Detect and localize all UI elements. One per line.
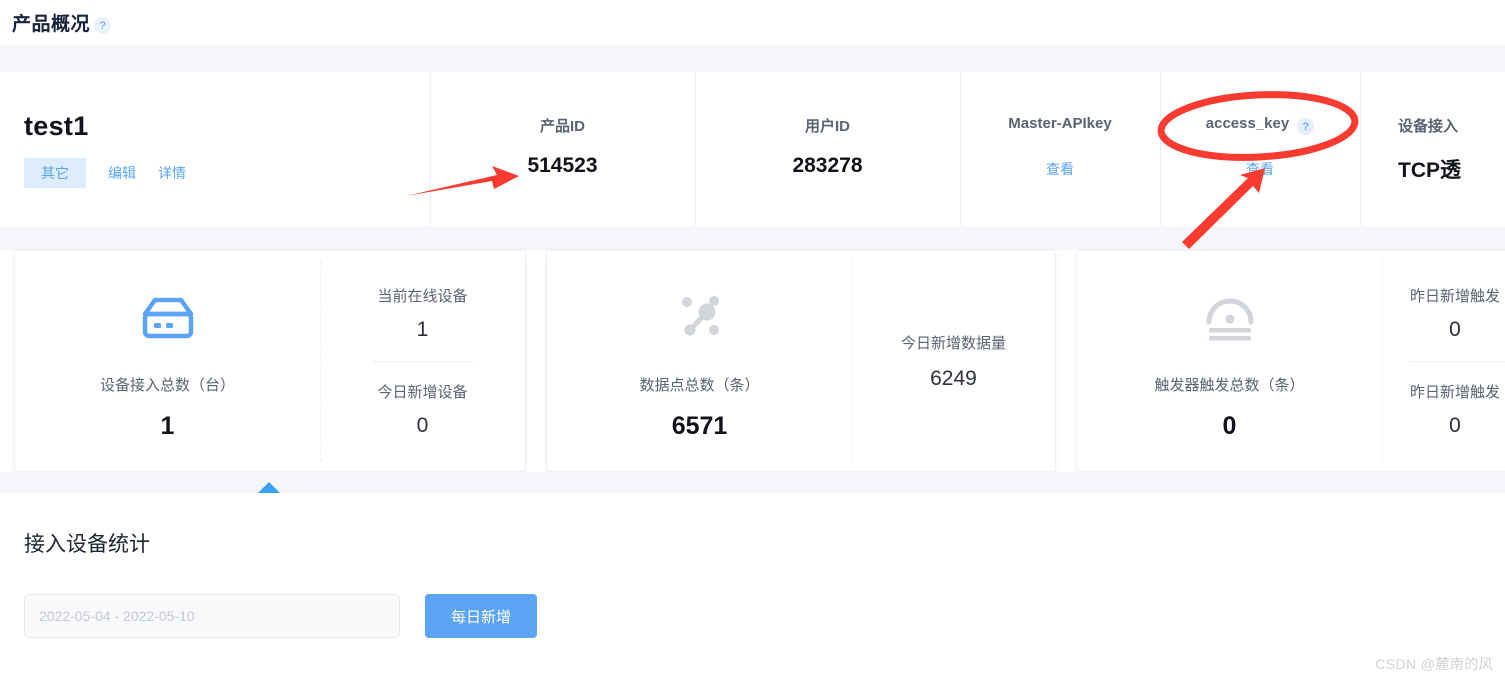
access-key-column: access_key ? 查看: [1160, 72, 1360, 226]
access-key-view-link[interactable]: 查看: [1246, 159, 1274, 179]
stat-card-datapoints-value: 6571: [671, 411, 728, 440]
device-statistics-section: 接入设备统计 每日新增: [0, 494, 1505, 686]
side-stat-new-triggers-yesterday-2: 昨日新增触发 0: [1410, 381, 1500, 438]
background-band-top: [0, 45, 1505, 72]
side-stat-online-devices: 当前在线设备 1: [377, 285, 467, 342]
statistics-cards-row: 设备接入总数（台） 1 当前在线设备 1 今日新增设备 0 数据点总数（条） 6…: [0, 250, 1505, 472]
master-apikey-view-link[interactable]: 查看: [1046, 159, 1074, 179]
product-id-label: 产品ID: [539, 118, 585, 135]
stat-card-triggers-side: 昨日新增触发 0 昨日新增触发 0: [1382, 251, 1505, 471]
section-title: 接入设备统计: [24, 533, 150, 556]
statistics-controls: 每日新增: [24, 594, 1505, 638]
page-title: 产品概况: [12, 14, 91, 35]
access-mode-column: 设备接入 TCP透: [1360, 72, 1505, 226]
side-stat-value: 1: [416, 317, 429, 341]
stat-card-triggers-main: 触发器触发总数（条） 0: [1077, 251, 1382, 471]
page-header: 产品概况 ?: [0, 0, 1505, 45]
side-stat-label: 今日新增设备: [377, 383, 468, 401]
access-key-label: access_key: [1205, 115, 1290, 132]
trigger-icon: [1197, 286, 1263, 352]
side-stat-label: 当前在线设备: [377, 287, 468, 305]
date-range-input[interactable]: [24, 594, 400, 638]
master-apikey-column: Master-APIkey 查看: [960, 72, 1160, 226]
datapoint-network-icon: [668, 286, 732, 352]
stat-card-devices: 设备接入总数（台） 1 当前在线设备 1 今日新增设备 0: [14, 250, 526, 472]
side-stat-label: 今日新增数据量: [900, 334, 1006, 352]
user-id-label: 用户ID: [804, 118, 850, 135]
stat-card-datapoints-title: 数据点总数（条）: [639, 376, 760, 394]
background-band-bottom: [0, 472, 1505, 494]
side-stat-label: 昨日新增触发: [1410, 287, 1501, 305]
side-divider: [1410, 360, 1505, 362]
side-stat-value: 6249: [930, 366, 977, 390]
side-stat-new-data-today: 今日新增数据量 6249: [901, 332, 1006, 391]
product-overview-page: 产品概况 ? test1 其它 编辑 详情 产品ID 514523 用户ID 2…: [0, 0, 1505, 686]
master-apikey-label: Master-APIkey: [1008, 115, 1112, 132]
product-id-value: 514523: [527, 154, 598, 177]
side-stat-value: 0: [1449, 413, 1461, 437]
stat-card-devices-main: 设备接入总数（台） 1: [15, 251, 320, 471]
stat-card-devices-title: 设备接入总数（台）: [99, 376, 235, 394]
side-stat-value: 0: [416, 413, 429, 437]
access-mode-label: 设备接入: [1398, 118, 1459, 135]
stat-card-triggers: 触发器触发总数（条） 0 昨日新增触发 0 昨日新增触发 0: [1076, 250, 1505, 472]
access-mode-value: TCP透: [1398, 159, 1461, 182]
side-stat-value: 0: [1449, 317, 1461, 341]
stat-card-triggers-value: 0: [1222, 411, 1237, 440]
edit-link[interactable]: 编辑: [108, 163, 136, 183]
user-id-value: 283278: [792, 154, 863, 177]
page-title-help-icon[interactable]: ?: [94, 17, 112, 34]
stat-card-devices-side: 当前在线设备 1 今日新增设备 0: [320, 251, 525, 471]
product-identity-column: test1 其它 编辑 详情: [0, 72, 430, 226]
product-meta-row: 其它 编辑 详情: [24, 158, 186, 188]
stat-card-datapoints-main: 数据点总数（条） 6571: [547, 251, 852, 471]
access-key-label-wrap: access_key ?: [1205, 115, 1315, 135]
product-type-tag: 其它: [24, 158, 86, 188]
side-divider: [372, 360, 473, 362]
side-stat-label: 昨日新增触发: [1410, 383, 1501, 401]
watermark: CSDN @麓南的风: [1375, 656, 1493, 672]
access-key-help-icon[interactable]: ?: [1297, 118, 1315, 135]
stat-card-datapoints-side: 今日新增数据量 6249: [852, 251, 1055, 471]
side-stat-new-triggers-yesterday-1: 昨日新增触发 0: [1410, 285, 1500, 342]
device-icon: [135, 286, 201, 352]
detail-link[interactable]: 详情: [158, 163, 186, 183]
product-info-card: test1 其它 编辑 详情 产品ID 514523 用户ID 283278 M…: [0, 72, 1505, 226]
daily-new-button[interactable]: 每日新增: [425, 594, 538, 638]
stat-card-devices-value: 1: [160, 411, 175, 440]
side-stat-new-devices-today: 今日新增设备 0: [377, 381, 467, 438]
product-name: test1: [24, 111, 89, 141]
stat-card-triggers-title: 触发器触发总数（条）: [1154, 376, 1305, 394]
product-id-column: 产品ID 514523: [430, 72, 695, 226]
background-band-middle: [0, 226, 1505, 250]
selected-card-pointer-icon: [258, 482, 280, 493]
stat-card-datapoints: 数据点总数（条） 6571 今日新增数据量 6249: [546, 250, 1056, 472]
user-id-column: 用户ID 283278: [695, 72, 960, 226]
